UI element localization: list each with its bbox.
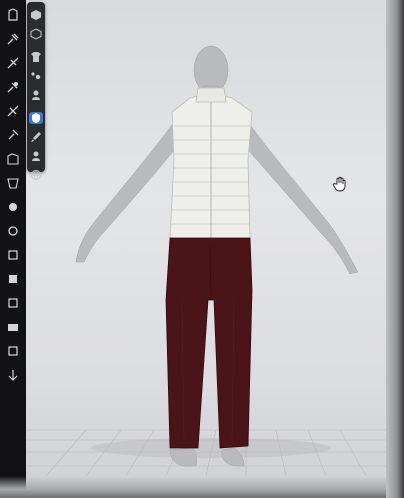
- trousers: [165, 237, 253, 449]
- fold-icon[interactable]: [6, 56, 20, 70]
- cube-icon[interactable]: [29, 28, 43, 40]
- monitor-bezel-right: [386, 0, 404, 498]
- pattern-icon[interactable]: [6, 152, 20, 166]
- avatar-icon[interactable]: [29, 89, 43, 101]
- avatar-left-foot: [169, 447, 198, 467]
- floor-shadow: [91, 438, 331, 458]
- avatar-icon[interactable]: [29, 150, 43, 162]
- arrow-icon[interactable]: [6, 368, 20, 382]
- dots-icon[interactable]: [29, 70, 43, 82]
- square-icon[interactable]: [6, 320, 20, 334]
- avatar-left-arm: [75, 121, 179, 263]
- scene-canvas: [26, 45, 386, 476]
- hand-cursor-icon: [332, 176, 348, 192]
- globe-icon[interactable]: [29, 169, 43, 181]
- shield-icon[interactable]: [29, 112, 43, 124]
- view-panel: [27, 2, 45, 180]
- circle-icon[interactable]: [6, 200, 20, 214]
- avatar-right-arm: [243, 121, 359, 275]
- shirt-icon[interactable]: [29, 51, 43, 63]
- pin-icon[interactable]: [6, 32, 20, 46]
- 3d-viewport[interactable]: [26, 0, 386, 476]
- brush-icon[interactable]: [29, 131, 43, 143]
- left-toolbar: [0, 0, 26, 498]
- sew-icon[interactable]: [6, 104, 20, 118]
- puffer-vest: [169, 87, 253, 241]
- pin-icon[interactable]: [6, 128, 20, 142]
- square-icon[interactable]: [6, 344, 20, 358]
- circle-icon[interactable]: [6, 224, 20, 238]
- square-icon[interactable]: [6, 248, 20, 262]
- garment-icon[interactable]: [6, 8, 20, 22]
- monitor-bezel-bottom: [0, 476, 404, 498]
- vest-collar: [195, 87, 227, 103]
- pin-icon[interactable]: [6, 80, 20, 94]
- square-icon[interactable]: [6, 296, 20, 310]
- square-icon[interactable]: [6, 272, 20, 286]
- cube-icon[interactable]: [29, 9, 43, 21]
- pattern-icon[interactable]: [6, 176, 20, 190]
